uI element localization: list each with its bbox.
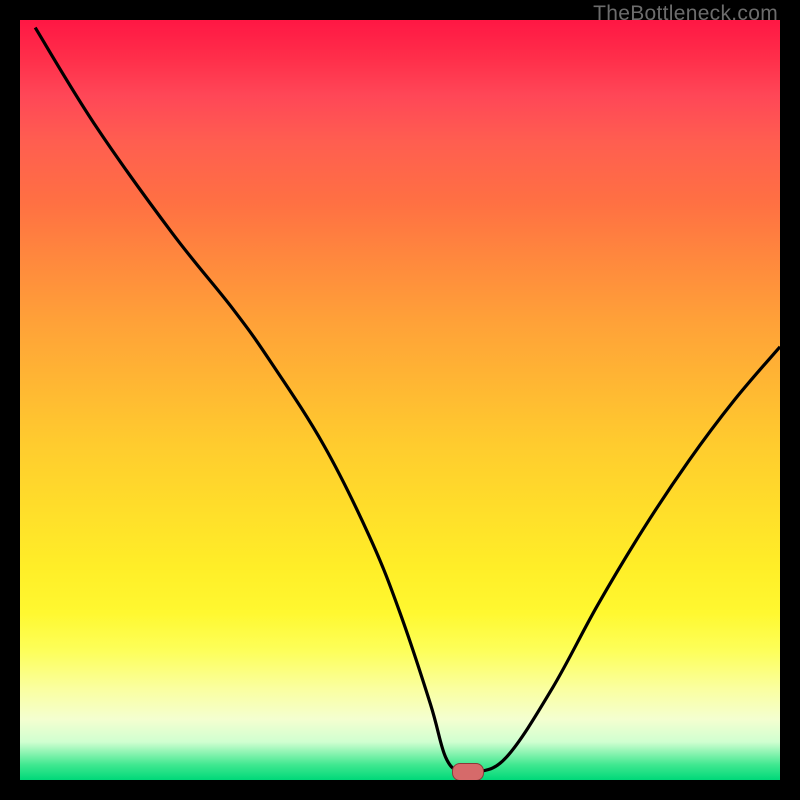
- chart-border: [0, 0, 800, 800]
- watermark-text: TheBottleneck.com: [593, 2, 778, 26]
- bottleneck-chart: TheBottleneck.com: [0, 0, 800, 800]
